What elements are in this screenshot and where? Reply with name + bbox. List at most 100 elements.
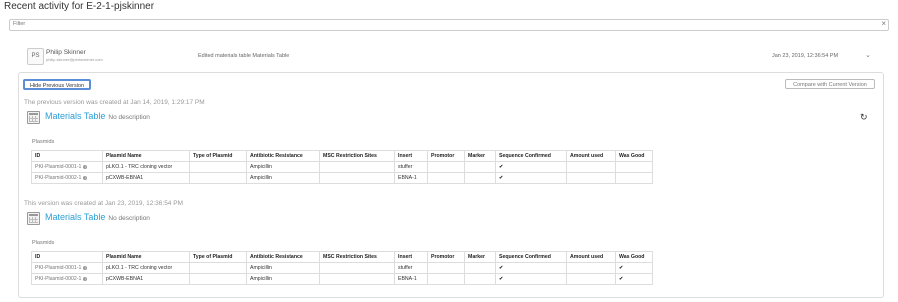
table-cell: [189, 273, 247, 285]
table-cell: [566, 273, 616, 285]
header-row: ID Plasmid Name Type of Plasmid Antibiotic …: [31, 251, 653, 263]
table-cell: [319, 172, 395, 184]
check-icon: ✔: [499, 164, 504, 170]
header-row: ID Plasmid Name Type of Plasmid Antibiotic …: [31, 150, 653, 162]
column-header: Insert: [394, 150, 428, 162]
column-header: Promotor: [427, 251, 465, 263]
column-header: MSC Restriction Sites: [319, 150, 395, 162]
column-header: Promotor: [427, 150, 465, 162]
previous-version-note: The previous version was created at Jan …: [24, 99, 205, 106]
was-good-cell: ✔: [615, 262, 653, 274]
chevron-down-icon[interactable]: ⌄: [865, 51, 871, 59]
plasmid-id: PKI-Plasmid-0001-1 i: [31, 262, 103, 274]
table-cell: [566, 161, 616, 173]
info-icon[interactable]: i: [83, 276, 88, 281]
check-icon: ✔: [619, 265, 624, 271]
activity-timestamp: Jan 23, 2019, 12:36:54 PM: [772, 53, 839, 59]
table-cell: pCXWB-EBNA1: [102, 273, 190, 285]
no-description: No description: [108, 215, 150, 222]
section-label: Plasmids: [32, 139, 55, 145]
column-header: Amount used: [566, 251, 616, 263]
column-header: Was Good: [615, 150, 653, 162]
sequence-confirmed-cell: ✔: [495, 172, 567, 184]
column-header: Insert: [394, 251, 428, 263]
table-row: PKI-Plasmid-0001-1 i pLKO.1 - TRC cloning …: [31, 161, 653, 173]
table-cell: pLKO.1 - TRC cloning vector: [102, 262, 190, 274]
no-description: No description: [108, 114, 150, 121]
plasmid-id: PKI-Plasmid-0002-1 i: [31, 172, 103, 184]
hide-previous-version-button[interactable]: Hide Previous Version: [23, 79, 91, 90]
activity-row[interactable]: PS Philip Skinner philip.skinner@perkine…: [27, 47, 875, 67]
table-title[interactable]: Materials Table: [45, 111, 105, 121]
info-icon[interactable]: i: [83, 265, 88, 270]
table-cell: Ampicillin: [246, 172, 320, 184]
current-table-header: Materials Table No description: [27, 212, 867, 226]
column-header: Antibiotic Resistance: [246, 150, 320, 162]
section-label: Plasmids: [32, 240, 55, 246]
check-icon: ✔: [499, 265, 504, 271]
was-good-cell: ✔: [615, 273, 653, 285]
column-header: ID: [31, 251, 103, 263]
column-header: Type of Plasmid: [189, 150, 247, 162]
table-cell: pCXWB-EBNA1: [102, 172, 190, 184]
table-cell: Ampicillin: [246, 161, 320, 173]
table-title[interactable]: Materials Table: [45, 212, 105, 222]
column-header: Antibiotic Resistance: [246, 251, 320, 263]
plasmid-id: PKI-Plasmid-0001-1 i: [31, 161, 103, 173]
column-header: Type of Plasmid: [189, 251, 247, 263]
table-cell: EBNA-1: [394, 172, 428, 184]
table-icon: [27, 212, 40, 225]
check-icon: ✔: [619, 276, 624, 282]
table-cell: [464, 172, 496, 184]
user-email: philip.skinner@perkinelmer.com: [46, 57, 103, 62]
info-icon[interactable]: i: [83, 164, 88, 169]
compare-current-version-button[interactable]: Compare with Current Version: [785, 79, 875, 89]
table-cell: Ampicillin: [246, 262, 320, 274]
current-plasmids-table: ID Plasmid Name Type of Plasmid Antibiotic …: [31, 251, 653, 285]
column-header: Plasmid Name: [102, 150, 190, 162]
table-cell: [464, 161, 496, 173]
sequence-confirmed-cell: ✔: [495, 262, 567, 274]
column-header: Sequence Confirmed: [495, 150, 567, 162]
page-title: Recent activity for E-2-1-pjskinner: [4, 1, 155, 12]
table-cell: [427, 273, 465, 285]
avatar: PS: [27, 48, 44, 65]
table-cell: [464, 273, 496, 285]
filter-input[interactable]: [13, 21, 853, 27]
previous-plasmids-table: ID Plasmid Name Type of Plasmid Antibiotic …: [31, 150, 653, 184]
activity-description: Edited materials table Materials Table: [198, 53, 290, 59]
column-header: Was Good: [615, 251, 653, 263]
table-cell: stuffer: [394, 161, 428, 173]
table-cell: [464, 262, 496, 274]
table-cell: [319, 273, 395, 285]
column-header: Plasmid Name: [102, 251, 190, 263]
table-cell: [319, 161, 395, 173]
info-icon[interactable]: i: [83, 175, 88, 180]
column-header: Amount used: [566, 150, 616, 162]
table-cell: EBNA-1: [394, 273, 428, 285]
sequence-confirmed-cell: ✔: [495, 273, 567, 285]
table-cell: [189, 172, 247, 184]
clear-filter-icon[interactable]: ×: [881, 19, 886, 28]
column-header: Sequence Confirmed: [495, 251, 567, 263]
column-header: Marker: [464, 251, 496, 263]
column-header: Marker: [464, 150, 496, 162]
sequence-confirmed-cell: ✔: [495, 161, 567, 173]
was-good-cell: [615, 172, 653, 184]
table-cell: Ampicillin: [246, 273, 320, 285]
current-version-note: This version was created at Jan 23, 2019…: [24, 200, 183, 207]
check-icon: ✔: [499, 175, 504, 181]
table-cell: [566, 262, 616, 274]
table-cell: [427, 262, 465, 274]
table-cell: [427, 172, 465, 184]
table-row: PKI-Plasmid-0001-1 i pLKO.1 - TRC cloning …: [31, 262, 653, 274]
column-header: MSC Restriction Sites: [319, 251, 395, 263]
user-name: Philip Skinner: [46, 49, 86, 56]
table-cell: [189, 161, 247, 173]
restore-icon[interactable]: ↻: [860, 112, 868, 123]
filter-box: ×: [9, 19, 889, 31]
column-header: ID: [31, 150, 103, 162]
table-row: PKI-Plasmid-0002-1 i pCXWB-EBNA1 Ampicillin…: [31, 172, 653, 184]
table-cell: [427, 161, 465, 173]
version-panel: Hide Previous Version Compare with Curre…: [18, 72, 884, 298]
